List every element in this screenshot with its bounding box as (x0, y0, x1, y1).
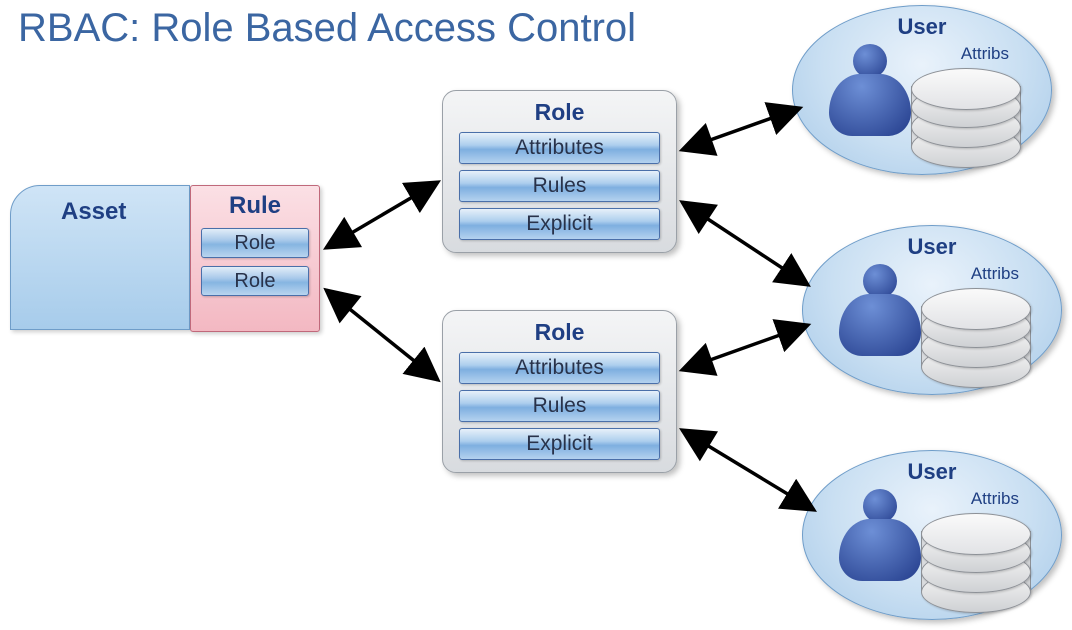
rule-role-chip: Role (201, 266, 309, 296)
role-item: Attributes (459, 352, 660, 384)
person-icon (823, 44, 915, 164)
role-title: Role (453, 99, 666, 126)
asset-label: Asset (61, 198, 126, 226)
user-node: User Attribs (802, 450, 1062, 620)
user-attribs-label: Attribs (961, 44, 1009, 64)
role-item: Attributes (459, 132, 660, 164)
database-icon (921, 288, 1031, 378)
user-label: User (898, 14, 947, 40)
person-icon (833, 489, 925, 609)
asset-box: Asset (10, 185, 190, 330)
database-icon (911, 68, 1021, 158)
database-icon (921, 513, 1031, 603)
role-item: Rules (459, 170, 660, 202)
user-attribs-label: Attribs (971, 264, 1019, 284)
diagram-title: RBAC: Role Based Access Control (18, 6, 636, 51)
role-item: Explicit (459, 428, 660, 460)
person-icon (833, 264, 925, 384)
rule-box: Rule Role Role (190, 185, 320, 332)
role-panel: Role Attributes Rules Explicit (442, 90, 677, 253)
user-label: User (908, 234, 957, 260)
user-node: User Attribs (792, 5, 1052, 175)
role-item: Rules (459, 390, 660, 422)
user-node: User Attribs (802, 225, 1062, 395)
role-item: Explicit (459, 208, 660, 240)
user-label: User (908, 459, 957, 485)
role-panel: Role Attributes Rules Explicit (442, 310, 677, 473)
role-title: Role (453, 319, 666, 346)
rule-label: Rule (191, 192, 319, 220)
user-attribs-label: Attribs (971, 489, 1019, 509)
rule-role-chip: Role (201, 228, 309, 258)
